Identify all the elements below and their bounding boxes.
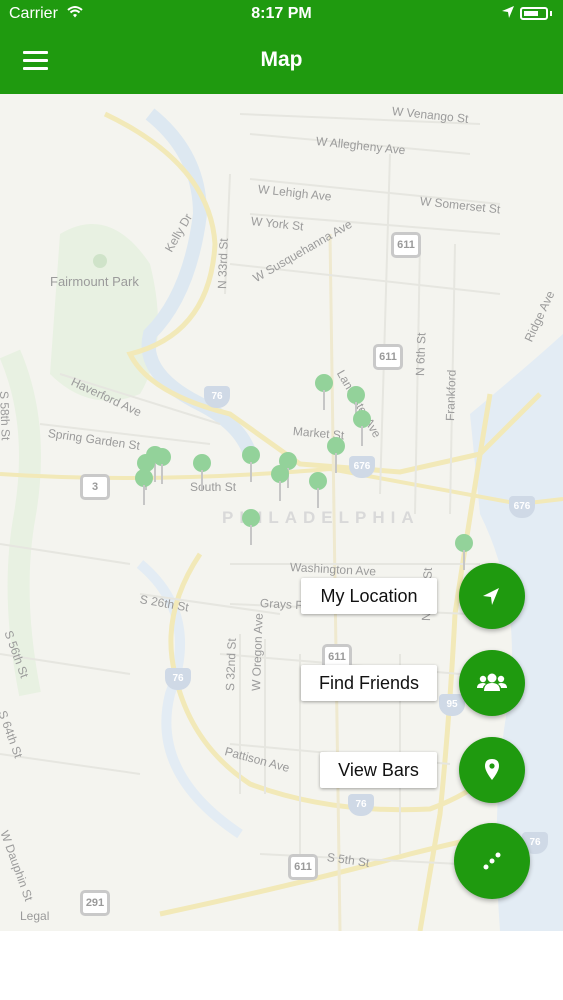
highway-shield: 611: [288, 854, 318, 880]
park-icon: [93, 254, 107, 268]
find-friends-button[interactable]: [459, 650, 525, 716]
my-location-button[interactable]: [459, 563, 525, 629]
location-arrow-icon: [501, 5, 515, 24]
view-bars-label[interactable]: View Bars: [320, 752, 437, 788]
street-label: S 58th St: [0, 390, 13, 441]
bottom-area: [0, 931, 563, 1000]
battery-icon: [520, 7, 548, 20]
bar-marker[interactable]: [135, 469, 153, 505]
status-bar: Carrier 8:17 PM: [0, 0, 563, 28]
interstate-shield: 76: [204, 386, 230, 408]
actions-toggle-button[interactable]: [454, 823, 530, 899]
highway-shield: 611: [391, 232, 421, 258]
group-users-icon: [477, 673, 507, 691]
highway-shield: 291: [80, 890, 110, 916]
bar-marker[interactable]: [242, 509, 260, 545]
street-label: N 6th St: [413, 332, 429, 377]
bar-marker[interactable]: [327, 437, 345, 473]
legal-link[interactable]: Legal: [20, 909, 49, 923]
status-time: 8:17 PM: [251, 5, 312, 22]
find-friends-label[interactable]: Find Friends: [301, 665, 437, 701]
bar-marker[interactable]: [353, 410, 371, 446]
page-title: Map: [260, 48, 303, 71]
bar-marker[interactable]: [153, 448, 171, 484]
bar-marker[interactable]: [309, 472, 327, 508]
highway-shield: 3: [80, 474, 110, 500]
my-location-label[interactable]: My Location: [301, 578, 437, 614]
dots-diagonal-icon: [483, 852, 501, 870]
street-label: S 32nd St: [223, 638, 239, 692]
street-label: N 33rd St: [215, 238, 231, 290]
interstate-shield: 676: [349, 456, 375, 478]
map-pin-icon: [485, 759, 499, 780]
interstate-shield: 76: [348, 794, 374, 816]
street-label: Frankford: [443, 369, 459, 422]
street-label: W Oregon Ave: [249, 612, 266, 692]
map-view[interactable]: W Venango St W Allegheny Ave W Lehigh Av…: [0, 94, 563, 931]
view-bars-button[interactable]: [459, 737, 525, 803]
interstate-shield: 676: [509, 496, 535, 518]
bar-marker[interactable]: [271, 465, 289, 501]
navigation-arrow-icon: [483, 588, 499, 605]
nav-bar: Map: [0, 28, 563, 94]
bar-marker[interactable]: [315, 374, 333, 410]
highway-shield: 611: [373, 344, 403, 370]
bar-marker[interactable]: [242, 446, 260, 482]
park-label: Fairmount Park: [50, 274, 139, 289]
bar-marker[interactable]: [193, 454, 211, 490]
interstate-shield: 76: [165, 668, 191, 690]
